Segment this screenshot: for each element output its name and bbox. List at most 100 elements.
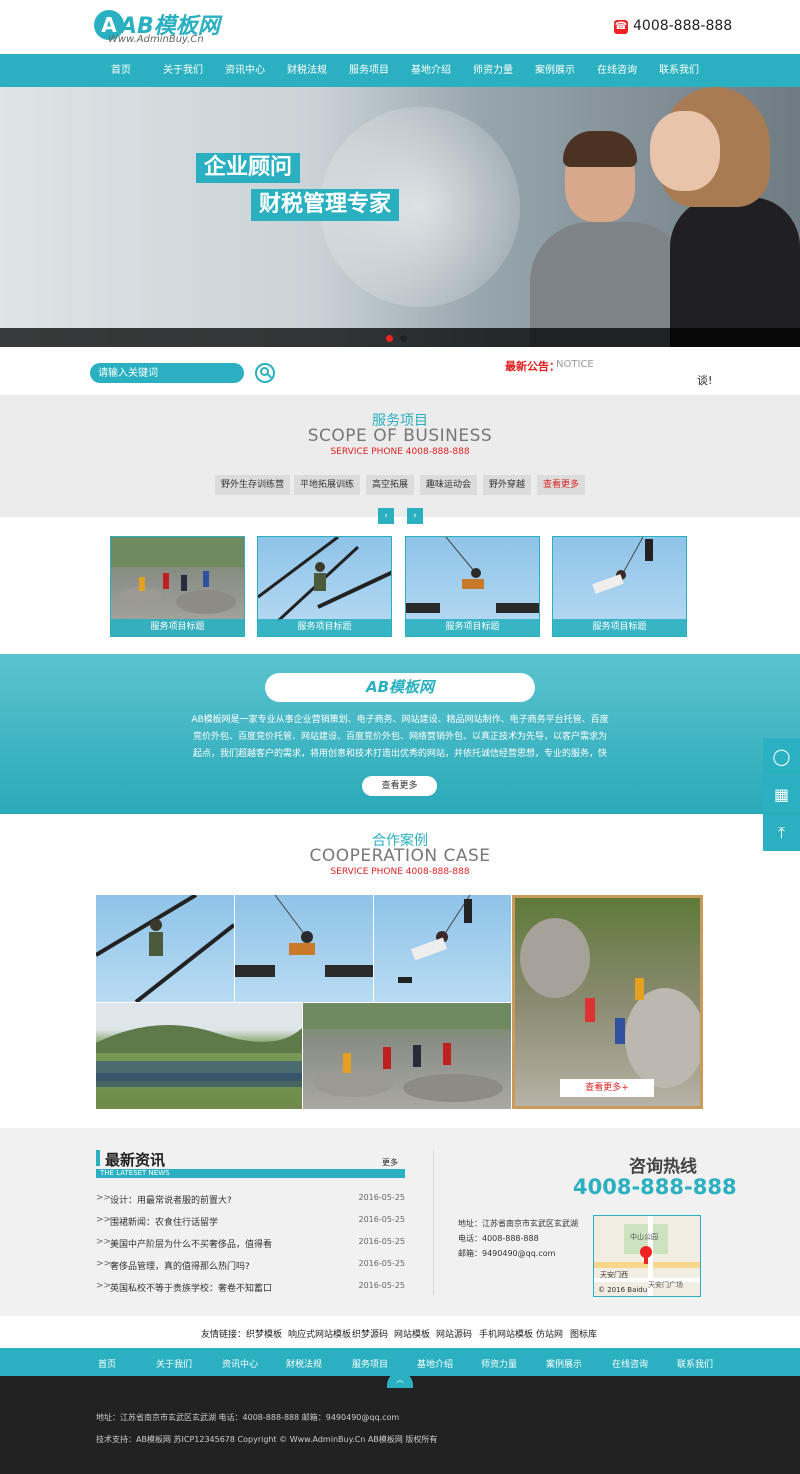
footer-nav-base[interactable]: 基地介绍 <box>417 1357 453 1370</box>
qq-icon[interactable]: ◯ <box>763 738 800 775</box>
double-chevron-icon: >> <box>96 1215 112 1225</box>
news-item[interactable]: >> 美国中产阶层为什么不买奢侈品，值得看 2016-05-25 <box>96 1233 405 1253</box>
map-attribution: © 2016 Baidu <box>598 1286 648 1294</box>
nav-item-news[interactable]: 资讯中心 <box>214 54 276 87</box>
map-label-square: 天安门广场 <box>648 1281 683 1289</box>
scope-tag-1[interactable]: 野外生存训练营 <box>215 475 291 495</box>
chevron-left-icon[interactable]: ‹ <box>378 508 394 524</box>
case-photo-image <box>520 918 700 1088</box>
footer-nav-cases[interactable]: 案例展示 <box>546 1357 582 1370</box>
scope-tag-3[interactable]: 高空拓展 <box>366 475 415 495</box>
news-item-title[interactable]: 围裙新闻：农食住行话留学 <box>110 1215 218 1228</box>
news-item-title[interactable]: 美国中产阶层为什么不买奢侈品，值得看 <box>110 1237 272 1250</box>
scope-tag-4[interactable]: 趣味运动会 <box>420 475 478 495</box>
nav-item-about[interactable]: 关于我们 <box>152 54 214 87</box>
news-title: 最新资讯 <box>105 1151 166 1169</box>
main-nav: 首页 关于我们 资讯中心 财税法规 服务项目 基地介绍 师资力量 案例展示 在线… <box>0 54 800 87</box>
footer-nav-home[interactable]: 首页 <box>98 1357 116 1370</box>
news-item[interactable]: >> 设计：用最常说者服的前置大? 2016-05-25 <box>96 1189 405 1209</box>
notice-label: 最新公告： <box>505 360 560 373</box>
footer-nav-news[interactable]: 资讯中心 <box>222 1357 258 1370</box>
nav-item-teachers[interactable]: 师资力量 <box>462 54 524 87</box>
news-item-title[interactable]: 设计：用最常说者服的前置大? <box>110 1193 232 1206</box>
banner-headline-1: 企业顾问 <box>196 153 301 183</box>
news-item[interactable]: >> 英国私校不等于贵族学校：奢卷不知蓄口 2016-05-25 <box>96 1277 405 1297</box>
search-box <box>90 363 244 383</box>
cases-more-button[interactable]: 查看更多+ <box>560 1079 654 1097</box>
slide-dot-1[interactable] <box>386 335 393 342</box>
nav-item-cases[interactable]: 案例展示 <box>524 54 586 87</box>
map-label-park: 中山公园 <box>630 1233 658 1241</box>
consult-label: 咨询热线 <box>629 1157 697 1177</box>
link-item[interactable]: 网站模板 <box>394 1327 430 1340</box>
case-photo-image <box>96 895 234 1002</box>
footer-nav-tax[interactable]: 财税法规 <box>286 1357 322 1370</box>
service-card-4[interactable]: 服务项目标题 <box>552 536 687 637</box>
footer-nav-teachers[interactable]: 师资力量 <box>481 1357 517 1370</box>
contact-email: 邮箱：9490490@qq.com <box>458 1249 556 1258</box>
link-item[interactable]: 图标库 <box>570 1327 597 1340</box>
link-item[interactable]: 网站源码 <box>436 1327 472 1340</box>
about-more-button[interactable]: 查看更多 <box>362 776 437 796</box>
news-item-date: 2016-05-25 <box>358 1215 406 1224</box>
footer-nav-services[interactable]: 服务项目 <box>352 1357 388 1370</box>
service-card-3[interactable]: 服务项目标题 <box>405 536 540 637</box>
service-card-image <box>406 537 539 613</box>
phone-icon: ☎ <box>614 20 628 34</box>
nav-item-consult[interactable]: 在线咨询 <box>586 54 648 87</box>
nav-item-services[interactable]: 服务项目 <box>338 54 400 87</box>
scope-tag-2[interactable]: 平地拓展训练 <box>294 475 361 495</box>
nav-item-base[interactable]: 基地介绍 <box>400 54 462 87</box>
news-contact-divider <box>433 1150 434 1295</box>
case-photo-6[interactable] <box>512 895 703 1109</box>
service-card-1[interactable]: 服务项目标题 <box>110 536 245 637</box>
case-photo-image <box>235 895 373 977</box>
search-button[interactable] <box>255 363 275 383</box>
site-logo[interactable]: A AB模板网 Www.AdminBuy.Cn <box>94 8 234 48</box>
link-item[interactable]: 织梦模板 <box>246 1327 282 1340</box>
footer-nav-consult[interactable]: 在线咨询 <box>612 1357 648 1370</box>
consult-phone: 4008-888-888 <box>573 1175 737 1199</box>
qrcode-icon[interactable]: ▦ <box>763 776 800 813</box>
news-item-date: 2016-05-25 <box>358 1281 406 1290</box>
service-card-2[interactable]: 服务项目标题 <box>257 536 392 637</box>
news-item[interactable]: >> 奢侈品管理，真的值得那么热门吗? 2016-05-25 <box>96 1255 405 1275</box>
case-photo-5[interactable] <box>303 1003 511 1109</box>
banner-woman-image <box>640 87 800 347</box>
link-item[interactable]: 仿站网 <box>536 1327 563 1340</box>
link-item[interactable]: 织梦源码 <box>352 1327 388 1340</box>
hero-banner[interactable]: 企业顾问 财税管理专家 <box>0 87 800 347</box>
notice-en-label: NOTICE <box>556 359 594 370</box>
news-item-title[interactable]: 英国私校不等于贵族学校：奢卷不知蓄口 <box>110 1281 272 1294</box>
scope-phone: SERVICE PHONE 4008-888-888 <box>330 447 470 457</box>
nav-item-contact[interactable]: 联系我们 <box>648 54 710 87</box>
link-item[interactable]: 响应式网站模板 <box>288 1327 351 1340</box>
double-chevron-icon: >> <box>96 1237 112 1247</box>
nav-item-tax[interactable]: 财税法规 <box>276 54 338 87</box>
nav-item-home[interactable]: 首页 <box>90 54 152 87</box>
news-item-title[interactable]: 奢侈品管理，真的值得那么热门吗? <box>110 1259 250 1272</box>
news-item[interactable]: >> 围裙新闻：农食住行话留学 2016-05-25 <box>96 1211 405 1231</box>
case-photo-2[interactable] <box>235 895 373 1002</box>
notice-ticker[interactable]: 谈! <box>697 372 712 388</box>
footer-nav-about[interactable]: 关于我们 <box>156 1357 192 1370</box>
search-input[interactable] <box>98 365 238 381</box>
location-map[interactable]: 中山公园 天安门西 天安门广场 © 2016 Baidu <box>593 1215 701 1297</box>
case-photo-3[interactable] <box>374 895 511 1002</box>
header-hotline: 4008-888-888 <box>633 18 733 34</box>
news-more-link[interactable]: 更多 <box>382 1157 398 1168</box>
case-photo-4[interactable] <box>96 1003 302 1109</box>
scope-tag-5[interactable]: 野外穿越 <box>483 475 532 495</box>
footer-nav-contact[interactable]: 联系我们 <box>677 1357 713 1370</box>
news-item-date: 2016-05-25 <box>358 1259 406 1268</box>
scope-title-en: SCOPE OF BUSINESS <box>307 426 493 446</box>
links-label: 友情链接： <box>201 1330 247 1340</box>
link-item[interactable]: 手机网站模板 <box>479 1327 533 1340</box>
chevron-right-icon[interactable]: › <box>407 508 423 524</box>
case-photo-1[interactable] <box>96 895 234 1002</box>
scope-tag-more[interactable]: 查看更多 <box>537 475 586 495</box>
double-chevron-icon: >> <box>96 1193 112 1203</box>
news-item-date: 2016-05-25 <box>358 1237 406 1246</box>
slide-dot-2[interactable] <box>400 335 407 342</box>
service-card-title: 服务项目标题 <box>406 619 539 636</box>
